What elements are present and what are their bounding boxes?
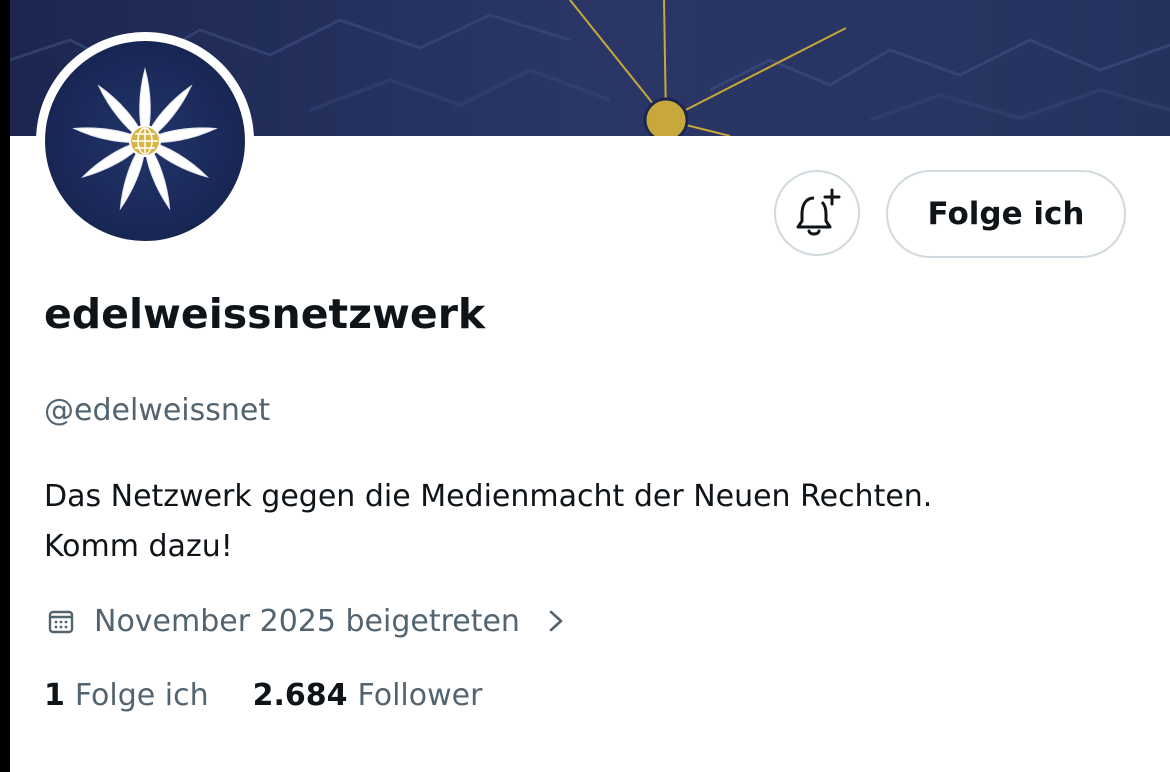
- profile-bio: Das Netzwerk gegen die Medienmacht der N…: [44, 472, 1144, 572]
- notification-bell-button[interactable]: [774, 170, 860, 256]
- bio-line: Das Netzwerk gegen die Medienmacht der N…: [44, 479, 933, 514]
- avatar[interactable]: [45, 41, 245, 241]
- profile-handle: @edelweissnet: [44, 393, 271, 428]
- chevron-right-icon: [549, 610, 563, 632]
- following-label: Folge ich: [74, 678, 209, 713]
- edelweiss-flower-icon: [72, 67, 218, 211]
- calendar-icon: [48, 610, 74, 634]
- profile-page: Folge ich edelweissnetzwerk @edelweissne…: [10, 0, 1170, 772]
- profile-stats: 1 Folge ich 2.684 Follower: [44, 678, 482, 713]
- joined-date-link[interactable]: November 2025 beigetreten: [48, 598, 566, 644]
- profile-display-name: edelweissnetzwerk: [44, 290, 486, 338]
- followers-stat-link[interactable]: 2.684 Follower: [253, 678, 483, 713]
- bell-plus-icon: [796, 188, 841, 236]
- joined-date-text: November 2025 beigetreten: [94, 603, 520, 639]
- bio-line: Komm dazu!: [44, 529, 233, 564]
- following-count: 1: [44, 678, 65, 713]
- followers-label: Follower: [357, 678, 483, 713]
- following-button[interactable]: Folge ich: [886, 170, 1126, 258]
- following-stat-link[interactable]: 1 Folge ich: [44, 678, 209, 713]
- followers-count: 2.684: [252, 678, 348, 713]
